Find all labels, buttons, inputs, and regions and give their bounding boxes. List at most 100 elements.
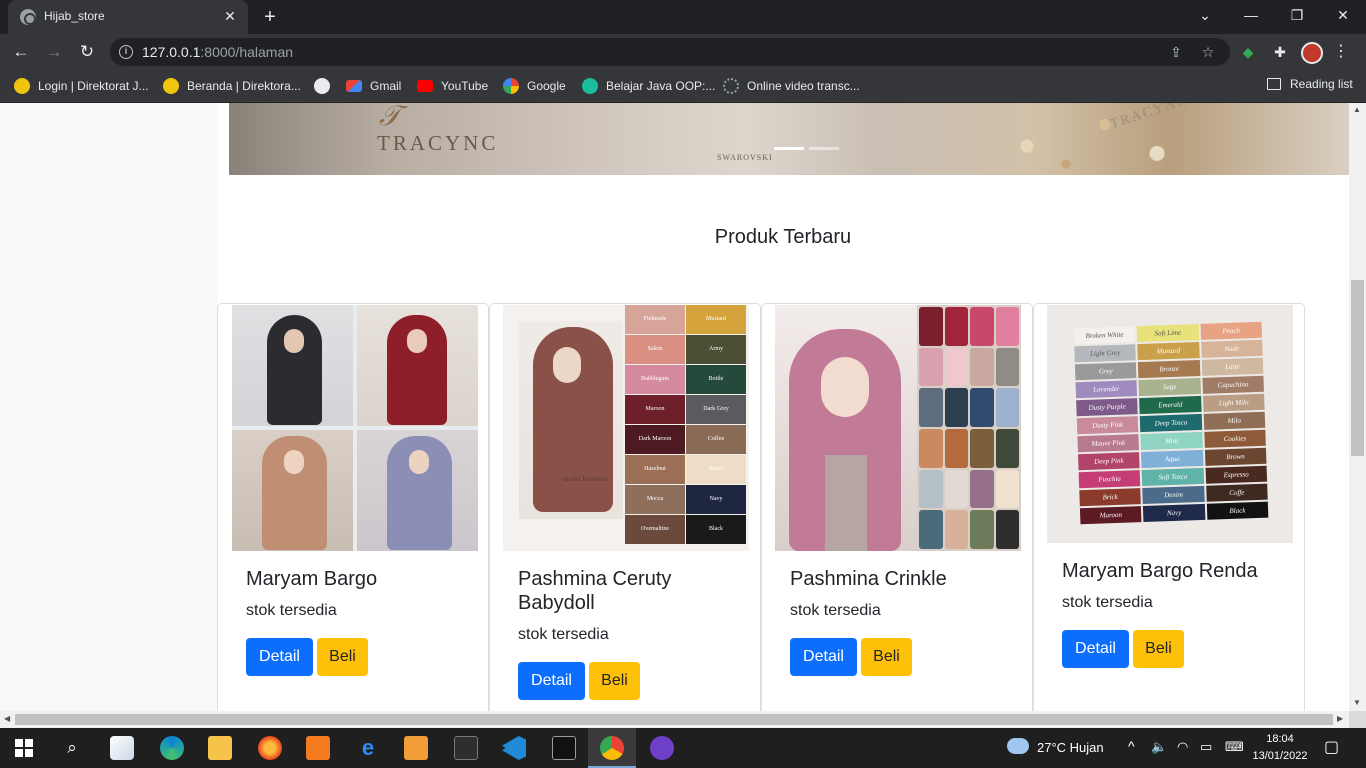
restore-button[interactable]: ❐ bbox=[1274, 0, 1320, 30]
tab-hijab-store[interactable]: Hijab_store ✕ bbox=[8, 0, 248, 34]
scroll-up-icon[interactable]: ▲ bbox=[1353, 105, 1361, 114]
terminal-icon[interactable] bbox=[552, 736, 576, 760]
bookmark-item[interactable]: Belajar Java OOP:... bbox=[582, 77, 715, 95]
swatch bbox=[944, 347, 968, 387]
url-text[interactable]: 127.0.0.1:8000/halaman bbox=[142, 44, 293, 60]
carousel-indicator[interactable] bbox=[809, 147, 839, 150]
bookmark-item-gmail[interactable]: Gmail bbox=[346, 77, 401, 95]
swatch-label: Cookies bbox=[1203, 429, 1266, 448]
buy-button[interactable]: Beli bbox=[1133, 630, 1184, 668]
volume-icon[interactable]: 🔈 bbox=[1151, 739, 1167, 755]
new-tab-button[interactable]: + bbox=[258, 5, 282, 29]
vertical-scrollbar[interactable]: ▲ ▼ bbox=[1349, 103, 1366, 711]
close-window-button[interactable]: ✕ bbox=[1320, 0, 1366, 30]
horizontal-scroll-thumb[interactable] bbox=[15, 714, 1333, 725]
file-explorer-icon[interactable] bbox=[208, 736, 232, 760]
swatch-label: Lavender bbox=[1075, 380, 1138, 399]
windows-start-icon[interactable] bbox=[12, 736, 36, 760]
swatch bbox=[919, 388, 943, 427]
media-player-icon[interactable] bbox=[404, 736, 428, 760]
extensions-puzzle-icon[interactable]: ✚ bbox=[1270, 42, 1290, 62]
weather-text[interactable]: 27°C Hujan bbox=[1037, 740, 1104, 755]
hero-carousel[interactable]: 𝒯 TRACYNC SWAROVSKI TRACYNC bbox=[229, 103, 1349, 175]
carousel-indicator-active[interactable] bbox=[774, 147, 804, 150]
media-player-classic-icon[interactable] bbox=[454, 736, 478, 760]
close-tab-icon[interactable]: ✕ bbox=[220, 6, 240, 26]
buy-button[interactable]: Beli bbox=[317, 638, 368, 676]
language-icon[interactable]: ⌨ bbox=[1225, 739, 1244, 755]
swatch-label: Black bbox=[686, 515, 746, 544]
meet-now-icon[interactable]: ▭ bbox=[1200, 739, 1212, 755]
reading-list-icon bbox=[1267, 78, 1281, 90]
swatch-label: Sage bbox=[1138, 377, 1201, 397]
detail-button[interactable]: Detail bbox=[246, 638, 313, 676]
product-image[interactable]: Broken White Soft Lime Peach Light Grey Must… bbox=[1047, 305, 1293, 543]
bookmark-item-google[interactable]: Google bbox=[503, 77, 566, 95]
internet-explorer-icon[interactable]: e bbox=[356, 736, 380, 760]
github-desktop-icon[interactable] bbox=[650, 736, 674, 760]
scroll-right-icon[interactable]: ▶ bbox=[1337, 714, 1343, 723]
reload-button[interactable]: ↻ bbox=[75, 40, 99, 64]
scroll-left-icon[interactable]: ◀ bbox=[4, 714, 10, 723]
swatch bbox=[995, 307, 1019, 346]
swatch-label: Bottle bbox=[686, 365, 746, 394]
address-bar[interactable]: i 127.0.0.1:8000/halaman ⇪ ☆ bbox=[110, 38, 1230, 66]
minimize-button[interactable]: — bbox=[1228, 0, 1274, 30]
product-image[interactable] bbox=[775, 305, 1021, 551]
forward-button[interactable]: → bbox=[42, 40, 66, 64]
vertical-scroll-thumb[interactable] bbox=[1351, 280, 1364, 456]
swatch-label: Denim bbox=[1142, 485, 1205, 505]
page-viewport: 𝒯 TRACYNC SWAROVSKI TRACYNC Produk Terba… bbox=[0, 103, 1349, 711]
chrome-taskbar-active[interactable] bbox=[588, 728, 636, 768]
detail-button[interactable]: Detail bbox=[1062, 630, 1129, 668]
extension-icon[interactable]: ◆ bbox=[1238, 42, 1258, 62]
menu-icon[interactable]: ⋮ bbox=[1332, 42, 1350, 62]
share-icon[interactable]: ⇪ bbox=[1167, 43, 1185, 61]
profile-avatar[interactable] bbox=[1301, 42, 1323, 64]
swatch bbox=[944, 307, 968, 346]
tab-search-button[interactable]: ⌄ bbox=[1182, 0, 1228, 30]
bookmark-star-icon[interactable]: ☆ bbox=[1199, 43, 1217, 61]
site-info-icon[interactable]: i bbox=[119, 45, 133, 59]
xampp-icon[interactable] bbox=[306, 736, 330, 760]
product-image[interactable]: model Hazelnut Pinknude Mustard Salem Army B… bbox=[503, 305, 749, 551]
vscode-icon[interactable] bbox=[502, 736, 526, 760]
buy-button[interactable]: Beli bbox=[589, 662, 640, 700]
reading-list-button[interactable]: Reading list bbox=[1267, 77, 1353, 91]
clock[interactable]: 18:04 13/01/2022 bbox=[1252, 731, 1308, 765]
swatch bbox=[995, 388, 1019, 427]
buy-button[interactable]: Beli bbox=[861, 638, 912, 676]
swatch-label: Mustard bbox=[1137, 341, 1200, 361]
color-swatches: Pinknude Mustard Salem Army Bubblegum Bottle M… bbox=[625, 305, 746, 544]
swatch-label: Butter bbox=[686, 455, 746, 484]
search-icon[interactable]: ⌕ bbox=[60, 736, 84, 760]
weather-icon[interactable] bbox=[1007, 738, 1029, 754]
detail-button[interactable]: Detail bbox=[790, 638, 857, 676]
back-button[interactable]: ← bbox=[9, 40, 33, 64]
bookmark-item[interactable] bbox=[314, 77, 338, 95]
notification-icon[interactable]: ▢ bbox=[1324, 737, 1339, 757]
clock-time: 18:04 bbox=[1266, 733, 1294, 745]
scrollbar-corner bbox=[1349, 711, 1366, 728]
bookmark-item[interactable]: Online video transc... bbox=[723, 77, 860, 95]
swatch-label: Mustard bbox=[686, 305, 746, 334]
store-icon[interactable] bbox=[110, 736, 134, 760]
product-stock: stok tersedia bbox=[518, 626, 609, 643]
detail-button[interactable]: Detail bbox=[518, 662, 585, 700]
swatch-label: Maroon bbox=[1079, 506, 1142, 525]
gear-icon bbox=[723, 78, 739, 94]
bookmark-item[interactable]: Beranda | Direktora... bbox=[163, 77, 301, 95]
edge-icon[interactable] bbox=[160, 736, 184, 760]
windows-taskbar: ⌕ e 27°C Hujan ^ 🔈 ◠ ▭ ⌨ 18:04 13/01/202… bbox=[0, 728, 1366, 768]
bookmark-item[interactable]: Login | Direktorat J... bbox=[14, 77, 149, 95]
firefox-icon[interactable] bbox=[258, 736, 282, 760]
scroll-down-icon[interactable]: ▼ bbox=[1353, 698, 1361, 707]
product-image[interactable] bbox=[232, 305, 478, 551]
swatch-label: Maroon bbox=[625, 395, 685, 424]
bookmark-item-youtube[interactable]: YouTube bbox=[417, 77, 488, 95]
horizontal-scrollbar[interactable]: ◀ ▶ bbox=[0, 711, 1349, 728]
swatch-label: Espresso bbox=[1205, 465, 1268, 484]
tray-chevron-icon[interactable]: ^ bbox=[1128, 738, 1135, 754]
wifi-icon[interactable]: ◠ bbox=[1177, 739, 1188, 755]
swatch bbox=[995, 469, 1019, 509]
